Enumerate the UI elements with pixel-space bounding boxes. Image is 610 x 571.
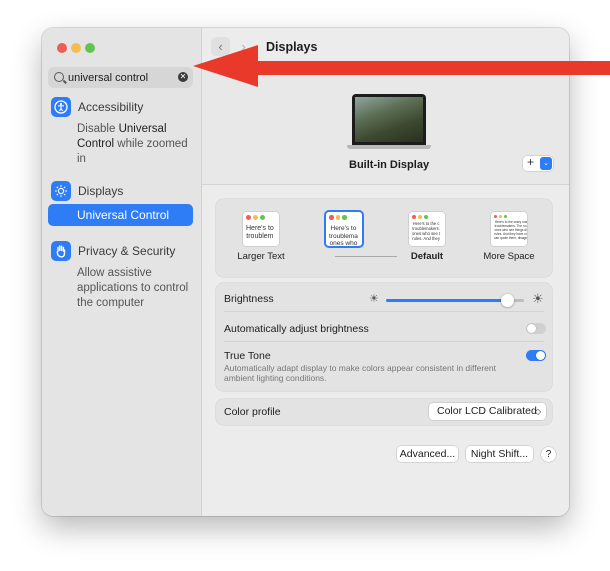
brightness-slider[interactable] bbox=[386, 294, 524, 307]
result-selected-label: Universal Control bbox=[77, 208, 170, 222]
search-icon bbox=[54, 72, 64, 82]
result-privacy-security[interactable]: Privacy & Security bbox=[51, 241, 175, 261]
thumb-text: Here's to troublem bbox=[246, 225, 274, 240]
divider bbox=[224, 341, 544, 342]
add-display-button[interactable]: + ⌄ bbox=[523, 155, 553, 171]
color-profile-panel: Color profile Color LCD Calibrated ◇ bbox=[216, 399, 552, 425]
search-field[interactable]: ✕ bbox=[48, 67, 193, 88]
result-universal-control[interactable]: Universal Control bbox=[48, 204, 193, 226]
color-profile-label: Color profile bbox=[224, 406, 281, 418]
zoom-window-button[interactable] bbox=[85, 43, 95, 53]
auto-brightness-label: Automatically adjust brightness bbox=[224, 323, 369, 335]
help-button[interactable]: ? bbox=[541, 447, 556, 462]
close-window-button[interactable] bbox=[57, 43, 67, 53]
color-profile-select[interactable]: Color LCD Calibrated ◇ bbox=[429, 403, 546, 420]
thumb-text: Here's to the c troublemakers. ones who … bbox=[412, 221, 441, 241]
resolution-panel: Here's to troublem Larger Text Here's to… bbox=[216, 199, 552, 277]
divider bbox=[224, 311, 544, 312]
result-label: Privacy & Security bbox=[78, 244, 176, 258]
desc-text: Disable bbox=[77, 123, 119, 135]
updown-chevron-icon: ◇ bbox=[534, 407, 541, 416]
option-label: Default bbox=[410, 251, 444, 262]
brightness-panel: Brightness ☀ ☀ Automatically adjust brig… bbox=[216, 283, 552, 391]
brightness-slider-knob[interactable] bbox=[501, 294, 515, 307]
hand-icon bbox=[51, 241, 71, 261]
true-tone-label: True Tone bbox=[224, 350, 271, 362]
resolution-option-2[interactable]: Here's to troublema ones who bbox=[309, 212, 379, 251]
resolution-option-default[interactable]: Here's to the c troublemakers. ones who … bbox=[392, 212, 462, 262]
display-name: Built-in Display bbox=[349, 159, 430, 171]
resolution-option-larger-text[interactable]: Here's to troublem Larger Text bbox=[226, 212, 296, 262]
result-displays[interactable]: Displays bbox=[51, 181, 123, 201]
auto-brightness-toggle[interactable] bbox=[526, 323, 546, 334]
result-label: Displays bbox=[78, 184, 124, 198]
option-label: Larger Text bbox=[237, 251, 285, 262]
sun-small-icon: ☀ bbox=[369, 293, 379, 305]
arrow-shape bbox=[193, 45, 610, 87]
true-tone-description: Automatically adapt display to make colo… bbox=[224, 363, 496, 383]
resolution-option-more-space[interactable]: Here's to the crazy one troublemakers. T… bbox=[474, 212, 544, 262]
result-privacy-description[interactable]: Allow assistive applications to control … bbox=[77, 266, 195, 311]
brightness-fill bbox=[386, 299, 508, 302]
night-shift-button[interactable]: Night Shift... bbox=[466, 446, 533, 462]
color-profile-value: Color LCD Calibrated bbox=[437, 405, 537, 417]
option-label: More Space bbox=[483, 251, 535, 262]
search-input[interactable] bbox=[68, 70, 173, 85]
result-accessibility-description[interactable]: Disable Universal Control while zoomed i… bbox=[77, 122, 195, 167]
minimize-window-button[interactable] bbox=[71, 43, 81, 53]
advanced-button[interactable]: Advanced... bbox=[397, 446, 458, 462]
brightness-label: Brightness bbox=[224, 293, 274, 305]
true-tone-toggle[interactable] bbox=[526, 350, 546, 361]
sidebar: ✕ Accessibility Disable Universal Contro… bbox=[42, 28, 202, 516]
sun-icon bbox=[51, 181, 71, 201]
result-label: Accessibility bbox=[78, 100, 144, 114]
chevron-down-icon: ⌄ bbox=[540, 157, 552, 170]
accessibility-icon bbox=[51, 97, 71, 117]
resolution-track bbox=[335, 256, 397, 257]
sun-large-icon: ☀ bbox=[532, 291, 544, 306]
clear-search-icon[interactable]: ✕ bbox=[178, 72, 188, 82]
red-arrow-annotation bbox=[193, 45, 610, 87]
result-accessibility[interactable]: Accessibility bbox=[51, 97, 143, 117]
plus-icon: + bbox=[527, 155, 535, 169]
thumb-text: Here's to the crazy one troublemakers. T… bbox=[494, 220, 527, 240]
thumb-text: Here's to troublema ones who bbox=[329, 225, 358, 246]
